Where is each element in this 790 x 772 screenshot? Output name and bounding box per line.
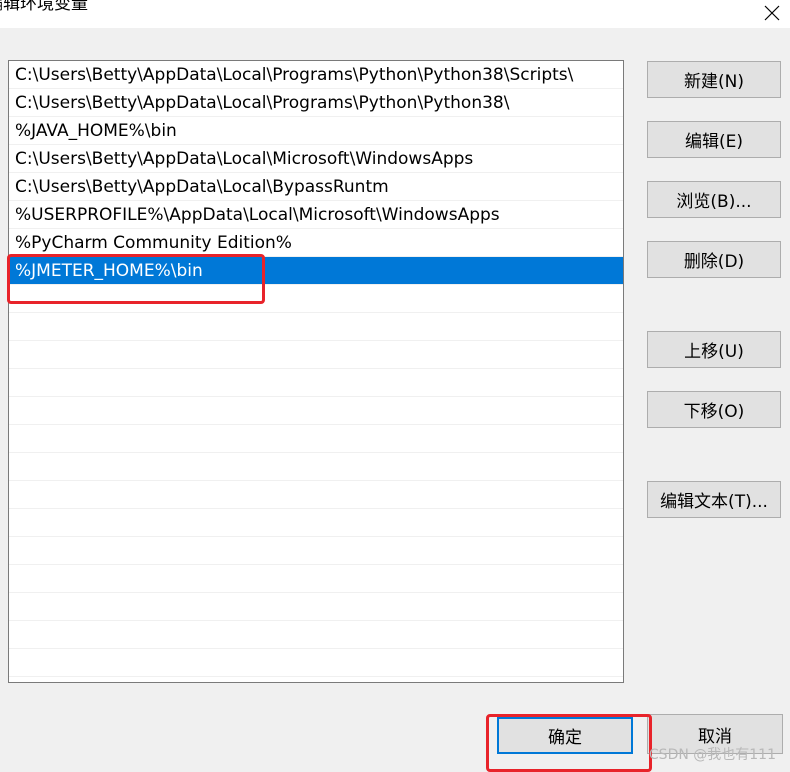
path-list-item[interactable]: C:\Users\Betty\AppData\Local\Microsoft\W… (9, 145, 623, 173)
browse-button[interactable]: 浏览(B)... (647, 181, 781, 218)
path-list-empty-row[interactable] (9, 481, 623, 509)
delete-button[interactable]: 删除(D) (647, 241, 781, 278)
path-list-item[interactable]: C:\Users\Betty\AppData\Local\Programs\Py… (9, 89, 623, 117)
path-list-empty-row[interactable] (9, 509, 623, 537)
path-list[interactable]: C:\Users\Betty\AppData\Local\Programs\Py… (8, 60, 624, 683)
path-list-empty-row[interactable] (9, 537, 623, 565)
path-list-item[interactable]: %JMETER_HOME%\bin (9, 257, 623, 285)
path-list-item[interactable]: %USERPROFILE%\AppData\Local\Microsoft\Wi… (9, 201, 623, 229)
dialog-title: 编辑环境变量 (0, 0, 88, 14)
path-list-empty-row[interactable] (9, 565, 623, 593)
path-list-item[interactable]: C:\Users\Betty\AppData\Local\Programs\Py… (9, 61, 623, 89)
title-bar: 编辑环境变量 (0, 0, 790, 28)
path-list-empty-row[interactable] (9, 397, 623, 425)
move-down-button[interactable]: 下移(O) (647, 391, 781, 428)
edit-button[interactable]: 编辑(E) (647, 121, 781, 158)
close-button[interactable] (754, 0, 790, 26)
path-list-empty-row[interactable] (9, 593, 623, 621)
path-list-item[interactable]: %PyCharm Community Edition% (9, 229, 623, 257)
path-list-empty-row[interactable] (9, 425, 623, 453)
ok-button[interactable]: 确定 (497, 717, 633, 754)
path-list-empty-row[interactable] (9, 341, 623, 369)
path-list-empty-row[interactable] (9, 313, 623, 341)
path-list-empty-row[interactable] (9, 369, 623, 397)
edit-environment-variable-dialog: 编辑环境变量 C:\Users\Betty\AppData\Local\Prog… (0, 0, 790, 772)
new-button[interactable]: 新建(N) (647, 61, 781, 98)
path-list-empty-row[interactable] (9, 621, 623, 649)
path-list-empty-row[interactable] (9, 453, 623, 481)
edit-text-button[interactable]: 编辑文本(T)... (647, 481, 781, 518)
path-list-item[interactable]: C:\Users\Betty\AppData\Local\BypassRuntm (9, 173, 623, 201)
path-list-item[interactable]: %JAVA_HOME%\bin (9, 117, 623, 145)
path-list-empty-row[interactable] (9, 285, 623, 313)
move-up-button[interactable]: 上移(U) (647, 331, 781, 368)
close-icon (764, 5, 780, 21)
path-list-empty-row[interactable] (9, 649, 623, 677)
watermark: CSDN @我也有111 (648, 747, 776, 763)
